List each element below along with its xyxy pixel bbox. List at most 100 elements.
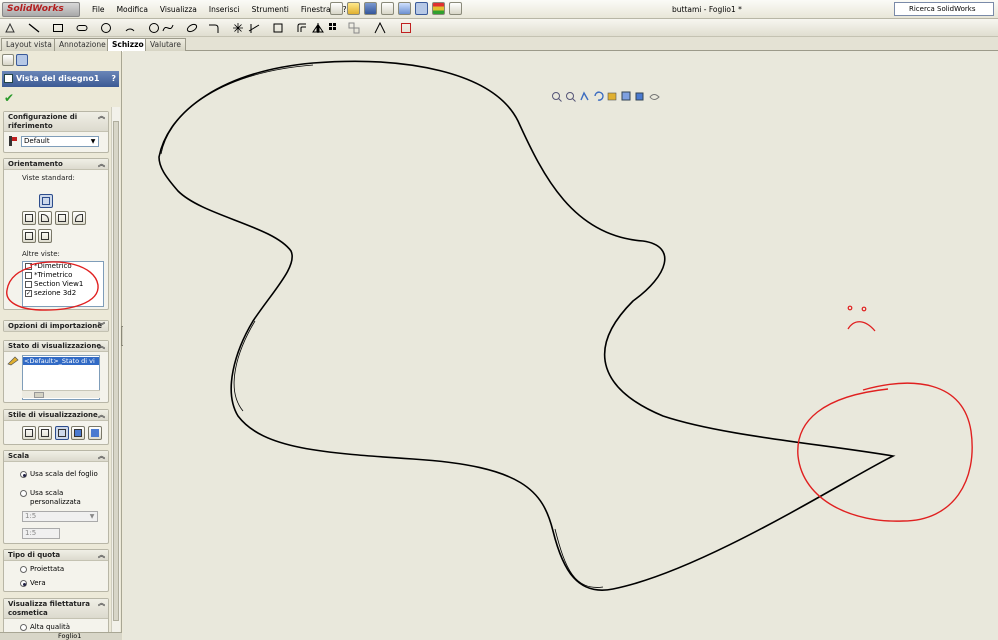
radio-custom-scale[interactable]: Usa scala personalizzata <box>20 489 105 507</box>
smart-dimension-icon[interactable] <box>4 22 16 34</box>
view-isometric-button[interactable] <box>39 194 53 208</box>
repair-sketch-icon[interactable] <box>400 22 412 34</box>
sheet-tab[interactable]: Foglio1 <box>48 632 81 640</box>
view-left-button[interactable] <box>72 211 86 225</box>
collapse-chevron-icon[interactable]: ︽ <box>98 550 105 561</box>
select-arrow-icon[interactable] <box>415 2 428 15</box>
group-title: Visualizza filettatura cosmetica <box>8 600 90 617</box>
line-icon[interactable] <box>28 22 40 34</box>
options-icon[interactable] <box>449 2 462 15</box>
tab-annotazione[interactable]: Annotazione <box>54 38 111 51</box>
view-front-button[interactable] <box>22 211 36 225</box>
configuration-icon <box>7 135 18 147</box>
help-button[interactable]: ? <box>111 71 116 86</box>
sketch-drawing[interactable] <box>123 51 998 640</box>
polygon-icon[interactable] <box>148 22 160 34</box>
group-header[interactable]: Stato di visualizzazione ︽ <box>4 341 108 352</box>
ok-check-button[interactable]: ✔ <box>4 91 14 105</box>
scale-field[interactable]: 1:5 <box>22 528 60 539</box>
collapse-chevron-icon[interactable]: ︽ <box>98 599 105 608</box>
shaded-button[interactable] <box>88 426 102 440</box>
group-header[interactable]: Orientamento ︽ <box>4 159 108 170</box>
menu-visualizza[interactable]: Visualizza <box>154 0 203 19</box>
wireframe-style-button[interactable] <box>22 426 36 440</box>
view-top-button[interactable] <box>55 211 69 225</box>
tab-schizzo[interactable]: Schizzo <box>107 38 149 52</box>
convert-entities-icon[interactable] <box>272 22 284 34</box>
open-folder-icon[interactable] <box>347 2 360 15</box>
rectangle-icon[interactable] <box>52 22 64 34</box>
trim-icon[interactable] <box>248 22 260 34</box>
slot-icon[interactable] <box>76 22 88 34</box>
menu-inserisci[interactable]: Inserisci <box>203 0 246 19</box>
radio-dot[interactable] <box>20 566 27 573</box>
search-input[interactable]: Ricerca SolidWorks <box>894 2 994 16</box>
radio-label: Vera <box>30 579 46 587</box>
scrollbar-thumb[interactable] <box>113 121 119 621</box>
circle-icon[interactable] <box>100 22 112 34</box>
radio-dot[interactable] <box>20 471 27 478</box>
group-title: Stile di visualizzazione <box>8 411 98 419</box>
view-bottom-button[interactable] <box>22 229 36 243</box>
horizontal-scrollbar[interactable] <box>22 390 100 398</box>
view-back-button[interactable] <box>38 229 52 243</box>
menu-modifica[interactable]: Modifica <box>111 0 154 19</box>
shaded-with-edges-button[interactable] <box>71 426 85 440</box>
radio-high-quality[interactable]: Alta qualità <box>20 623 70 632</box>
solidworks-logo[interactable]: SolidWorks <box>2 2 80 17</box>
new-document-icon[interactable] <box>330 2 343 15</box>
feature-tree-icon[interactable] <box>2 54 14 66</box>
radio-dot[interactable] <box>20 580 27 587</box>
tab-layout-vista[interactable]: Layout vista <box>1 38 57 51</box>
collapse-chevron-icon[interactable]: ︽ <box>98 159 105 170</box>
group-header[interactable]: Scala ︽ <box>4 451 108 462</box>
ellipse-icon[interactable] <box>186 22 198 34</box>
hidden-lines-removed-button[interactable] <box>55 426 69 440</box>
radio-projected[interactable]: Proiettata <box>20 565 64 574</box>
undo-icon[interactable] <box>398 2 411 15</box>
property-manager-icon[interactable] <box>16 54 28 66</box>
offset-icon[interactable] <box>296 22 308 34</box>
radio-dot[interactable] <box>20 624 27 631</box>
collapse-chevron-icon[interactable]: ︽ <box>98 112 105 121</box>
radio-sheet-scale[interactable]: Usa scala del foglio <box>20 470 98 479</box>
group-header[interactable]: Opzioni di importazione ︾ <box>4 321 108 332</box>
group-import-options: Opzioni di importazione ︾ <box>3 320 109 332</box>
display-state-selected[interactable]: <Default>_Stato di vi <box>23 357 99 365</box>
group-header[interactable]: Stile di visualizzazione ︽ <box>4 410 108 421</box>
group-title: Stato di visualizzazione <box>8 342 102 350</box>
group-header[interactable]: Tipo di quota ︽ <box>4 550 108 561</box>
group-title: Configurazione di riferimento <box>8 113 78 130</box>
mirror-icon[interactable] <box>312 22 324 34</box>
configuration-select-value: Default <box>24 137 50 145</box>
configuration-select[interactable]: Default ▼ <box>21 136 99 147</box>
collapse-chevron-icon[interactable]: ︽ <box>98 410 105 421</box>
spline-icon[interactable] <box>162 22 174 34</box>
view-right-button[interactable] <box>38 211 52 225</box>
arc-icon[interactable] <box>124 22 136 34</box>
tab-valutare[interactable]: Valutare <box>145 38 187 51</box>
save-icon[interactable] <box>364 2 377 15</box>
linear-pattern-icon[interactable] <box>328 22 340 34</box>
scrollbar-thumb[interactable] <box>34 392 44 398</box>
display-relations-icon[interactable] <box>374 21 386 34</box>
collapse-chevron-icon[interactable]: ︽ <box>98 451 105 462</box>
move-entities-icon[interactable] <box>348 22 360 34</box>
menu-file[interactable]: File <box>86 0 111 19</box>
hidden-lines-visible-button[interactable] <box>38 426 52 440</box>
menu-strumenti[interactable]: Strumenti <box>246 0 295 19</box>
scale-select[interactable]: 1:5 ▼ <box>22 511 98 522</box>
expand-chevron-icon[interactable]: ︾ <box>98 321 105 332</box>
group-header[interactable]: Visualizza filettatura cosmetica ︽ <box>4 599 108 619</box>
radio-dot[interactable] <box>20 490 27 497</box>
panel-scrollbar[interactable] <box>111 107 120 637</box>
collapse-chevron-icon[interactable]: ︽ <box>98 341 105 352</box>
sad-face-eye-right <box>861 306 867 312</box>
point-icon[interactable] <box>232 22 244 34</box>
radio-true[interactable]: Vera <box>20 579 46 588</box>
print-icon[interactable] <box>381 2 394 15</box>
traffic-light-icon[interactable] <box>432 2 445 15</box>
group-header[interactable]: Configurazione di riferimento ︽ <box>4 112 108 132</box>
fillet-icon[interactable] <box>208 22 220 34</box>
drawing-canvas[interactable] <box>123 51 998 640</box>
